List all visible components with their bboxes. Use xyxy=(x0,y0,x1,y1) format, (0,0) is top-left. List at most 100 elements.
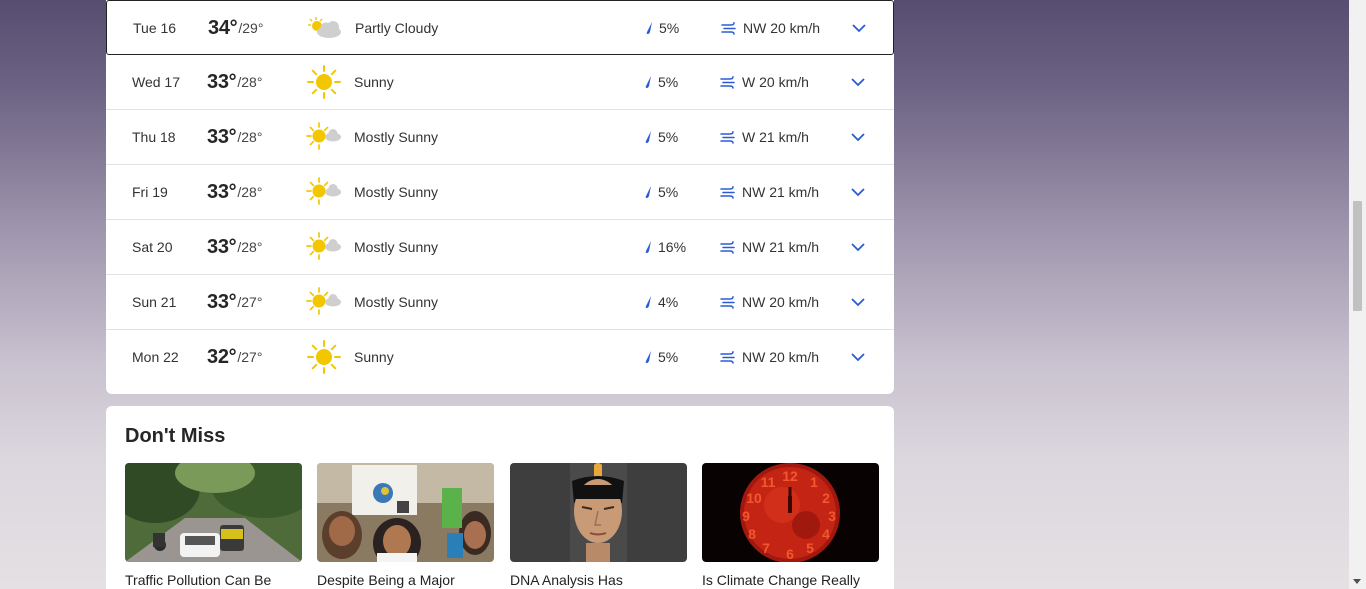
forecast-row[interactable]: Sat 20 33°/28° Mostly Sunny 16% NW 21 km… xyxy=(106,220,894,275)
svg-text:6: 6 xyxy=(786,546,794,562)
high-temp: 33° xyxy=(207,290,237,313)
wind-icon xyxy=(721,1,737,55)
high-temp: 33° xyxy=(207,180,237,203)
article-headline[interactable]: Is Climate Change Really xyxy=(702,572,879,588)
condition-text: Sunny xyxy=(354,74,394,90)
condition-text: Sunny xyxy=(354,349,394,365)
partly-cloudy-icon xyxy=(307,1,343,55)
forecast-row[interactable]: Mon 22 32°/27° Sunny 5% NW 20 km/h xyxy=(106,330,894,385)
page-scrollbar[interactable] xyxy=(1349,0,1366,589)
forecast-row[interactable]: Fri 19 33°/28° Mostly Sunny 5% NW 21 km/… xyxy=(106,165,894,220)
wind-text: W 21 km/h xyxy=(742,129,809,145)
high-temp: 33° xyxy=(207,70,237,93)
section-title: Don't Miss xyxy=(125,425,226,447)
precip-chance: 5% xyxy=(659,20,680,36)
forecast-day: Thu 18 xyxy=(132,129,176,145)
low-temp: /27° xyxy=(237,349,263,365)
face-reconstruction-photo[interactable] xyxy=(510,463,687,562)
precip-chance: 4% xyxy=(658,294,679,310)
precip-chance: 5% xyxy=(658,129,679,145)
raindrop-icon xyxy=(643,110,653,164)
svg-text:1: 1 xyxy=(810,474,818,490)
chevron-down-icon[interactable] xyxy=(849,275,867,329)
mostly-sunny-icon xyxy=(306,275,342,329)
svg-text:9: 9 xyxy=(742,508,750,524)
condition-text: Mostly Sunny xyxy=(354,129,439,145)
wind-text: NW 21 km/h xyxy=(742,184,820,200)
forecast-day: Wed 17 xyxy=(132,74,180,90)
red-sun-clock-photo[interactable]: 12 1 2 345 678 9 10 11 xyxy=(702,463,879,562)
precip-chance: 5% xyxy=(658,349,679,365)
precip-chance: 5% xyxy=(658,74,679,90)
dont-miss-card: Don't Miss Traffic Pollution Can Be Desp… xyxy=(106,406,894,589)
svg-text:4: 4 xyxy=(822,526,830,542)
forecast-row[interactable]: Thu 18 33°/28° Mostly Sunny 5% W 21 km/h xyxy=(106,110,894,165)
mostly-sunny-icon xyxy=(306,220,342,274)
raindrop-icon xyxy=(643,275,653,329)
forecast-temps: 33°/28° xyxy=(207,110,262,164)
svg-text:11: 11 xyxy=(761,474,776,490)
precip-chance: 16% xyxy=(658,239,687,255)
forecast-temps: 32°/27° xyxy=(207,330,262,384)
forecast-row[interactable]: Tue 16 34°/29° Partly Cloudy 5% NW 20 km… xyxy=(106,0,894,55)
raindrop-icon xyxy=(643,165,653,219)
low-temp: /28° xyxy=(237,129,263,145)
chevron-down-icon[interactable] xyxy=(849,165,867,219)
article-headline[interactable]: Traffic Pollution Can Be xyxy=(125,572,302,588)
svg-text:8: 8 xyxy=(748,526,756,542)
wind-icon xyxy=(720,55,736,109)
wind-text: NW 20 km/h xyxy=(743,20,821,36)
raindrop-icon xyxy=(643,330,653,384)
low-temp: /29° xyxy=(238,20,264,36)
chevron-down-icon[interactable] xyxy=(849,110,867,164)
scrollbar-thumb[interactable] xyxy=(1353,201,1362,311)
condition-text: Partly Cloudy xyxy=(355,20,439,36)
high-temp: 34° xyxy=(208,16,238,39)
article-headline[interactable]: DNA Analysis Has xyxy=(510,572,687,588)
forecast-row[interactable]: Wed 17 33°/28° Sunny 5% W 20 km/h xyxy=(106,55,894,110)
svg-text:5: 5 xyxy=(806,540,814,556)
svg-text:10: 10 xyxy=(746,490,762,506)
raindrop-icon xyxy=(643,220,653,274)
chevron-down-icon[interactable] xyxy=(849,330,867,384)
wind-text: NW 21 km/h xyxy=(742,239,820,255)
low-temp: /27° xyxy=(237,294,263,310)
protest-students-photo[interactable] xyxy=(317,463,494,562)
svg-text:3: 3 xyxy=(828,508,836,524)
traffic-street-photo[interactable] xyxy=(125,463,302,562)
forecast-row[interactable]: Sun 21 33°/27° Mostly Sunny 4% NW 20 km/… xyxy=(106,275,894,330)
daily-forecast-card: Tue 16 34°/29° Partly Cloudy 5% NW 20 km… xyxy=(106,0,894,394)
high-temp: 33° xyxy=(207,235,237,258)
forecast-temps: 33°/28° xyxy=(207,55,262,109)
raindrop-icon xyxy=(643,55,653,109)
wind-icon xyxy=(720,165,736,219)
condition-text: Mostly Sunny xyxy=(354,294,439,310)
wind-icon xyxy=(720,110,736,164)
wind-text: NW 20 km/h xyxy=(742,294,820,310)
article-headline[interactable]: Despite Being a Major xyxy=(317,572,494,588)
condition-text: Mostly Sunny xyxy=(354,239,439,255)
chevron-down-icon[interactable] xyxy=(850,1,868,55)
article-card[interactable]: Despite Being a Major xyxy=(317,463,494,588)
article-card[interactable]: Traffic Pollution Can Be xyxy=(125,463,302,588)
forecast-day: Tue 16 xyxy=(133,20,177,36)
mostly-sunny-icon xyxy=(306,165,342,219)
article-card[interactable]: 12 1 2 345 678 9 10 11 Is Climate Change Rea… xyxy=(702,463,879,588)
high-temp: 32° xyxy=(207,345,237,368)
forecast-temps: 34°/29° xyxy=(208,1,263,55)
forecast-temps: 33°/28° xyxy=(207,165,262,219)
forecast-temps: 33°/28° xyxy=(207,220,262,274)
scroll-down-arrow-icon[interactable] xyxy=(1353,579,1361,584)
precip-chance: 5% xyxy=(658,184,679,200)
wind-text: W 20 km/h xyxy=(742,74,809,90)
wind-icon xyxy=(720,220,736,274)
article-card[interactable]: DNA Analysis Has xyxy=(510,463,687,588)
svg-text:7: 7 xyxy=(762,540,770,556)
chevron-down-icon[interactable] xyxy=(849,220,867,274)
condition-text: Mostly Sunny xyxy=(354,184,439,200)
wind-text: NW 20 km/h xyxy=(742,349,820,365)
forecast-day: Mon 22 xyxy=(132,349,179,365)
svg-text:2: 2 xyxy=(822,490,830,506)
low-temp: /28° xyxy=(237,184,263,200)
chevron-down-icon[interactable] xyxy=(849,55,867,109)
